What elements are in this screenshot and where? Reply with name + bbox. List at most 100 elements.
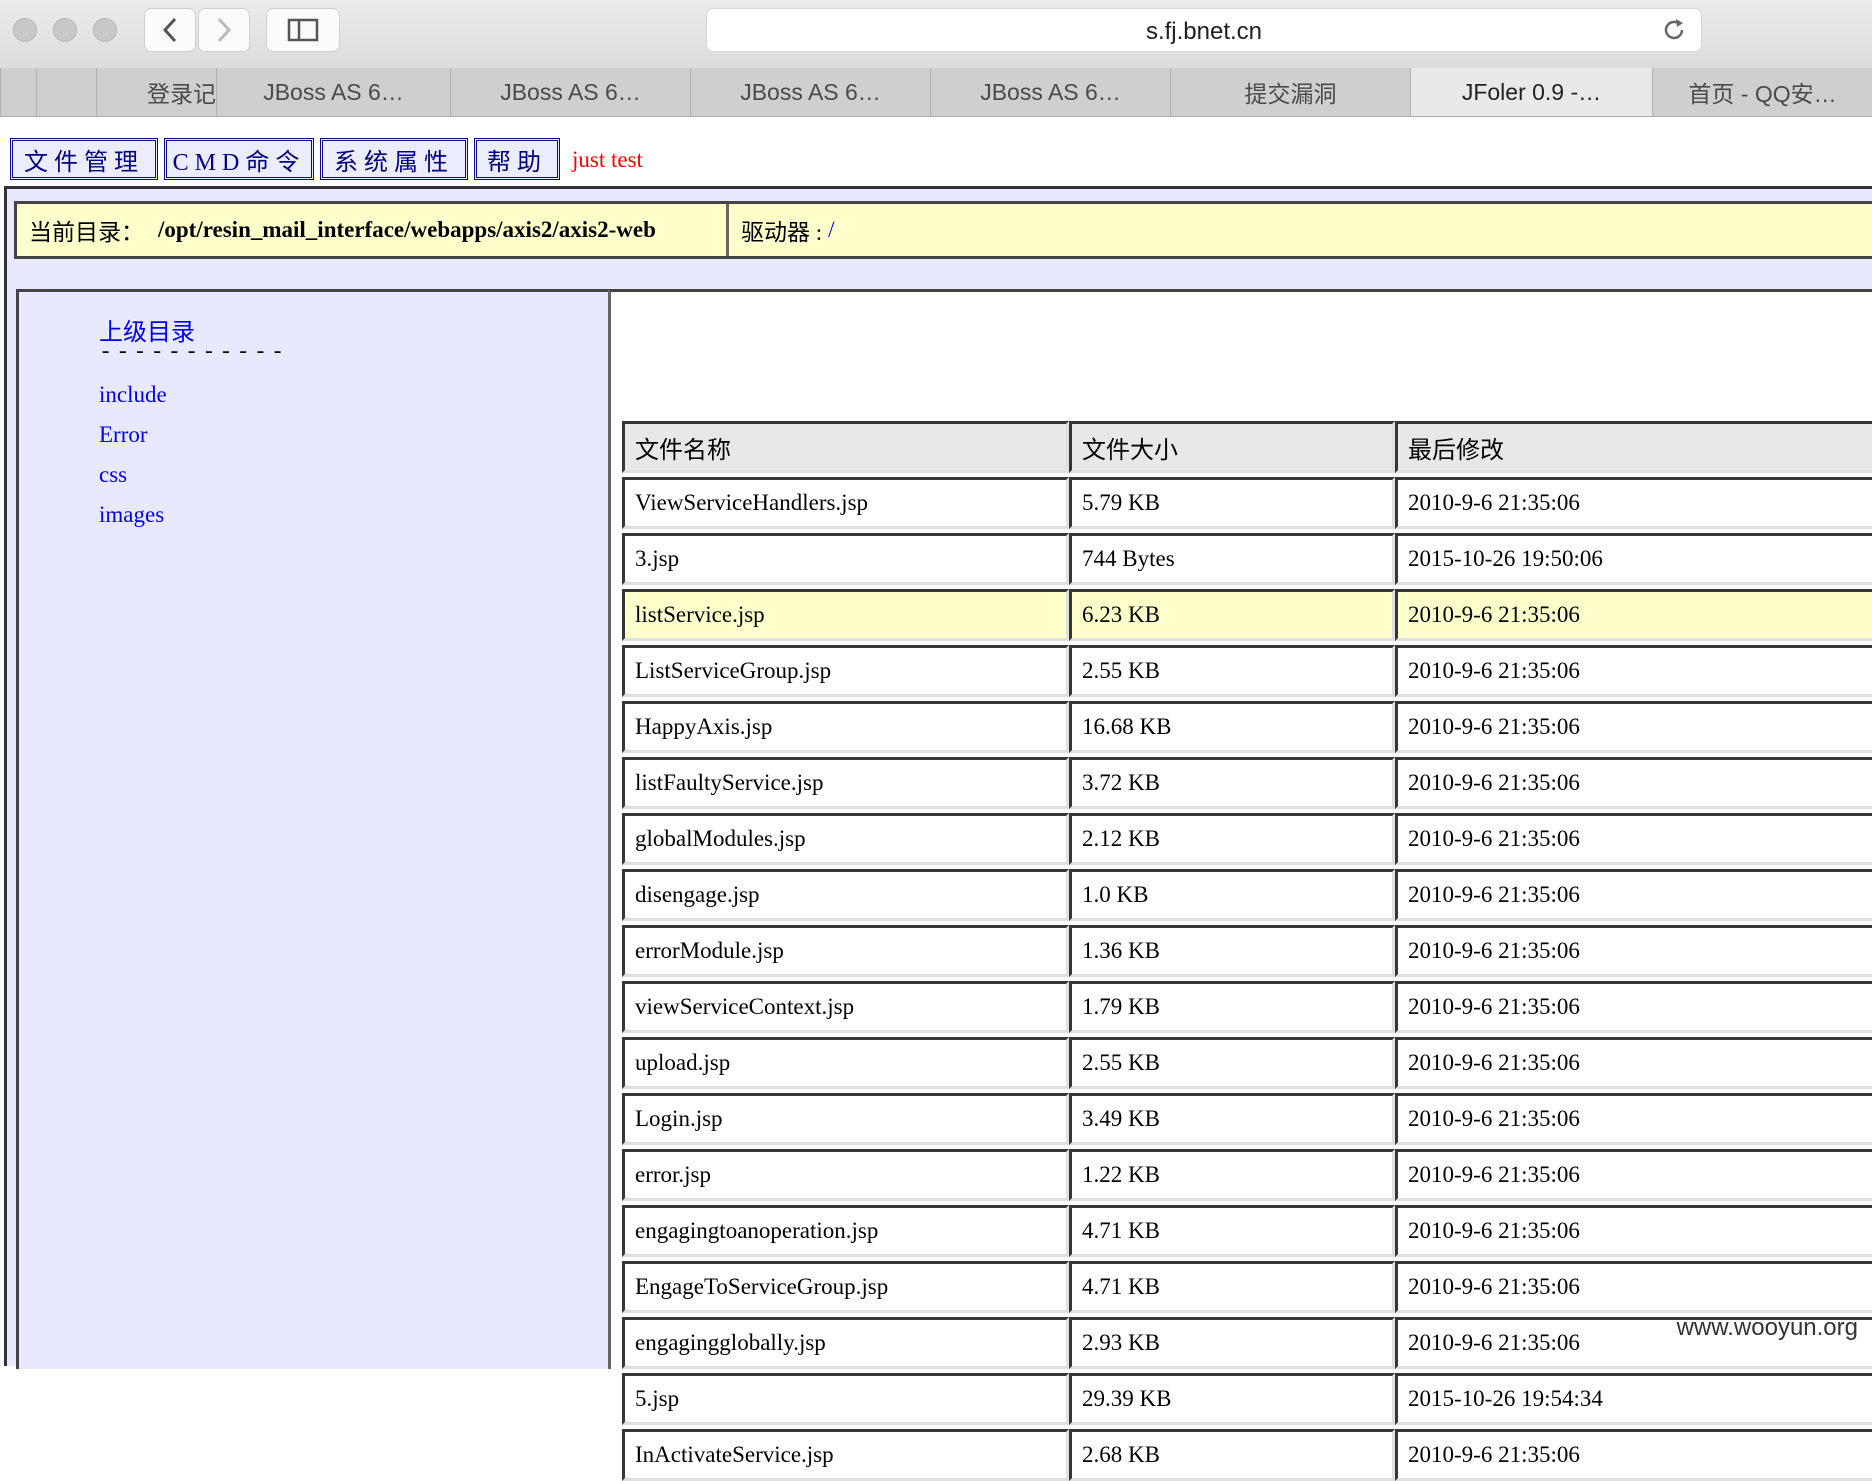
file-modified-cell: 2010-9-6 21:35:06 bbox=[1395, 757, 1872, 809]
file-modified-cell: 2010-9-6 21:35:06 bbox=[1395, 1037, 1872, 1089]
folder-link[interactable]: include bbox=[99, 382, 167, 408]
file-modified-cell: 2015-10-26 19:50:06 bbox=[1395, 533, 1872, 585]
page-content: 文件管理 CMD命令 系统属性 帮助 just test 当前目录： /opt/… bbox=[0, 117, 1872, 1481]
tab-label: 登录记 bbox=[147, 81, 216, 107]
browser-toolbar: s.fj.bnet.cn bbox=[0, 0, 1872, 69]
column-header-modified[interactable]: 最后修改 bbox=[1395, 421, 1872, 473]
current-directory: 当前目录： /opt/resin_mail_interface/webapps/… bbox=[17, 204, 729, 256]
reload-icon[interactable] bbox=[1661, 17, 1687, 43]
file-size-cell: 2.12 KB bbox=[1069, 813, 1395, 865]
file-name-cell[interactable]: HappyAxis.jsp bbox=[622, 701, 1069, 753]
file-name-cell[interactable]: viewServiceContext.jsp bbox=[622, 981, 1069, 1033]
chevron-right-icon bbox=[217, 17, 232, 43]
file-name-cell[interactable]: engagingtoanoperation.jsp bbox=[622, 1205, 1069, 1257]
file-modified-cell: 2010-9-6 21:35:06 bbox=[1395, 1205, 1872, 1257]
help-button[interactable]: 帮助 bbox=[474, 138, 560, 180]
file-size-cell: 5.79 KB bbox=[1069, 477, 1395, 529]
file-name-cell[interactable]: Login.jsp bbox=[622, 1093, 1069, 1145]
file-name-cell[interactable]: listService.jsp bbox=[622, 589, 1069, 641]
file-modified-cell: 2010-9-6 21:35:06 bbox=[1395, 589, 1872, 641]
address-bar[interactable]: s.fj.bnet.cn bbox=[706, 8, 1702, 52]
file-size-cell: 4.71 KB bbox=[1069, 1205, 1395, 1257]
folder-link[interactable]: images bbox=[99, 502, 164, 528]
file-modified-cell: 2010-9-6 21:35:06 bbox=[1395, 1261, 1872, 1313]
tab[interactable]: JBoss AS 6… bbox=[690, 68, 930, 116]
tab-pinned[interactable] bbox=[0, 68, 36, 116]
file-size-cell: 2.68 KB bbox=[1069, 1429, 1395, 1481]
tab[interactable]: 登录记 bbox=[96, 68, 216, 116]
zoom-window-icon[interactable] bbox=[93, 18, 117, 42]
sidebar-icon bbox=[287, 18, 319, 42]
note-text: just test bbox=[572, 147, 643, 172]
file-modified-cell: 2010-9-6 21:35:06 bbox=[1395, 645, 1872, 697]
folder-link[interactable]: Error bbox=[99, 422, 148, 448]
file-name-cell[interactable]: 5.jsp bbox=[622, 1373, 1069, 1425]
file-name-cell[interactable]: 3.jsp bbox=[622, 533, 1069, 585]
tab[interactable]: JBoss AS 6… bbox=[930, 68, 1170, 116]
minimize-window-icon[interactable] bbox=[53, 18, 77, 42]
column-header-name[interactable]: 文件名称 bbox=[622, 421, 1069, 473]
separator: ----------- bbox=[99, 340, 289, 365]
file-size-cell: 6.23 KB bbox=[1069, 589, 1395, 641]
cmd-button[interactable]: CMD命令 bbox=[164, 138, 314, 180]
file-name-cell[interactable]: disengage.jsp bbox=[622, 869, 1069, 921]
file-modified-cell: 2010-9-6 21:35:06 bbox=[1395, 925, 1872, 977]
file-size-cell: 1.36 KB bbox=[1069, 925, 1395, 977]
file-size-cell: 744 Bytes bbox=[1069, 533, 1395, 585]
file-name-cell[interactable]: ListServiceGroup.jsp bbox=[622, 645, 1069, 697]
file-name-cell[interactable]: InActivateService.jsp bbox=[622, 1429, 1069, 1481]
file-size-cell: 3.49 KB bbox=[1069, 1093, 1395, 1145]
file-name-cell[interactable]: listFaultyService.jsp bbox=[622, 757, 1069, 809]
file-size-cell: 2.55 KB bbox=[1069, 645, 1395, 697]
tab[interactable]: JBoss AS 6… bbox=[216, 68, 450, 116]
file-modified-cell: 2010-9-6 21:35:06 bbox=[1395, 477, 1872, 529]
file-size-cell: 1.22 KB bbox=[1069, 1149, 1395, 1201]
file-modified-cell: 2010-9-6 21:35:06 bbox=[1395, 1093, 1872, 1145]
sidebar-toggle-button[interactable] bbox=[266, 8, 340, 52]
tab-pinned[interactable] bbox=[36, 68, 96, 116]
file-name-cell[interactable]: errorModule.jsp bbox=[622, 925, 1069, 977]
back-button[interactable] bbox=[144, 8, 196, 52]
file-size-cell: 4.71 KB bbox=[1069, 1261, 1395, 1313]
file-size-cell: 3.72 KB bbox=[1069, 757, 1395, 809]
close-window-icon[interactable] bbox=[13, 18, 37, 42]
folder-link[interactable]: css bbox=[99, 462, 127, 488]
file-modified-cell: 2010-9-6 21:35:06 bbox=[1395, 869, 1872, 921]
tab[interactable]: 提交漏洞 bbox=[1170, 68, 1410, 116]
tab-label: 首页 - QQ安… bbox=[1688, 81, 1837, 107]
tab-label: JBoss AS 6… bbox=[263, 78, 404, 105]
file-size-cell: 1.0 KB bbox=[1069, 869, 1395, 921]
drive-selector: 驱动器 : / bbox=[741, 204, 835, 256]
file-manager-button[interactable]: 文件管理 bbox=[10, 138, 158, 180]
url-text: s.fj.bnet.cn bbox=[1145, 18, 1263, 45]
tab-label: JFoler 0.9 -… bbox=[1461, 78, 1602, 105]
tab-label: JBoss AS 6… bbox=[740, 78, 881, 105]
file-name-cell[interactable]: EngageToServiceGroup.jsp bbox=[622, 1261, 1069, 1313]
drive-link[interactable]: / bbox=[828, 217, 834, 243]
file-name-cell[interactable]: upload.jsp bbox=[622, 1037, 1069, 1089]
system-properties-button[interactable]: 系统属性 bbox=[320, 138, 468, 180]
file-size-cell: 29.39 KB bbox=[1069, 1373, 1395, 1425]
file-modified-cell: 2010-9-6 21:35:06 bbox=[1395, 813, 1872, 865]
file-modified-cell: 2010-9-6 21:35:06 bbox=[1395, 1149, 1872, 1201]
file-modified-cell: 2010-9-6 21:35:06 bbox=[1395, 981, 1872, 1033]
file-name-cell[interactable]: error.jsp bbox=[622, 1149, 1069, 1201]
tab-label: JBoss AS 6… bbox=[980, 78, 1121, 105]
file-modified-cell: 2015-10-26 19:54:34 bbox=[1395, 1373, 1872, 1425]
tab-label: JBoss AS 6… bbox=[500, 78, 641, 105]
tab-active[interactable]: JFoler 0.9 -… bbox=[1410, 68, 1652, 116]
tab-label: 提交漏洞 bbox=[1244, 81, 1337, 107]
column-header-size[interactable]: 文件大小 bbox=[1069, 421, 1395, 473]
file-size-cell: 2.55 KB bbox=[1069, 1037, 1395, 1089]
tab[interactable]: 首页 - QQ安… bbox=[1652, 68, 1872, 116]
file-name-cell[interactable]: globalModules.jsp bbox=[622, 813, 1069, 865]
file-size-cell: 2.93 KB bbox=[1069, 1317, 1395, 1369]
current-directory-label: 当前目录： bbox=[29, 220, 144, 245]
tab[interactable]: JBoss AS 6… bbox=[450, 68, 690, 116]
location-bar: 当前目录： /opt/resin_mail_interface/webapps/… bbox=[14, 201, 1872, 259]
file-name-cell[interactable]: ViewServiceHandlers.jsp bbox=[622, 477, 1069, 529]
tab-bar: 登录记 JBoss AS 6… JBoss AS 6… JBoss AS 6… … bbox=[0, 68, 1872, 117]
file-name-cell[interactable]: engagingglobally.jsp bbox=[622, 1317, 1069, 1369]
forward-button[interactable] bbox=[198, 8, 250, 52]
folder-tree-pane: 上级目录 ----------- include Error css image… bbox=[16, 289, 612, 1369]
